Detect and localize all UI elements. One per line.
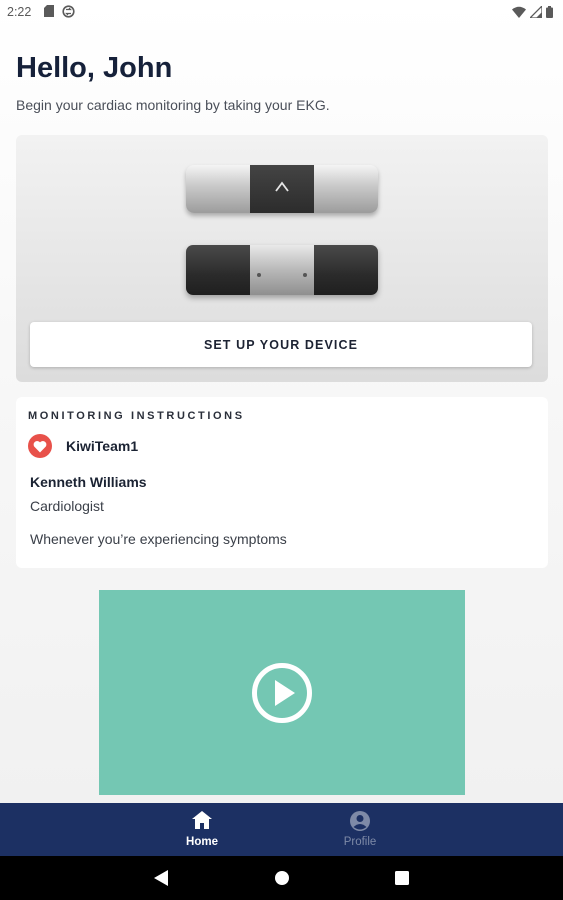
device-setup-card: SET UP YOUR DEVICE: [16, 135, 548, 382]
chevron-up-icon: [275, 181, 289, 192]
nav-home-label: Home: [186, 836, 218, 848]
signal-icon: [530, 6, 542, 18]
device-screw: [303, 273, 307, 277]
device-top-center: [250, 165, 314, 213]
status-time: 2:22: [7, 5, 32, 19]
system-navigation-bar: [0, 856, 563, 900]
back-icon[interactable]: [154, 870, 168, 886]
team-name: KiwiTeam1: [66, 438, 139, 454]
video-tile[interactable]: [99, 590, 465, 795]
status-left-icons: [44, 5, 75, 18]
nav-profile-label: Profile: [343, 836, 377, 848]
nav-home[interactable]: Home: [162, 803, 242, 856]
monitoring-instructions-card: MONITORING INSTRUCTIONS KiwiTeam1 Kennet…: [16, 397, 548, 568]
device-screw: [257, 273, 261, 277]
bottom-navigation: Home Profile: [0, 803, 563, 856]
instructions-heading: MONITORING INSTRUCTIONS: [28, 410, 245, 422]
home-circle-icon[interactable]: [274, 870, 290, 886]
device-top-image: [186, 165, 378, 213]
play-icon[interactable]: [251, 662, 313, 724]
team-row: KiwiTeam1: [28, 434, 138, 458]
profile-icon: [350, 811, 370, 831]
setup-device-button[interactable]: SET UP YOUR DEVICE: [30, 322, 532, 367]
device-bottom-center: [250, 245, 314, 295]
doctor-name: Kenneth Williams: [30, 474, 147, 490]
sd-card-icon: [44, 5, 54, 17]
page-title: Hello, John: [16, 52, 173, 84]
battery-icon: [546, 6, 553, 18]
doctor-role: Cardiologist: [30, 498, 104, 514]
nav-profile[interactable]: Profile: [320, 803, 400, 856]
instruction-text: Whenever you’re experiencing symptoms: [30, 531, 287, 547]
heart-icon: [28, 434, 52, 458]
page-subtitle: Begin your cardiac monitoring by taking …: [16, 97, 330, 113]
status-bar: 2:22: [0, 0, 563, 26]
device-bottom-image: [186, 245, 378, 295]
wifi-icon: [512, 6, 526, 18]
status-right-icons: [512, 6, 553, 18]
recents-icon[interactable]: [395, 871, 409, 885]
sync-icon: [62, 5, 75, 18]
home-icon: [192, 811, 212, 829]
